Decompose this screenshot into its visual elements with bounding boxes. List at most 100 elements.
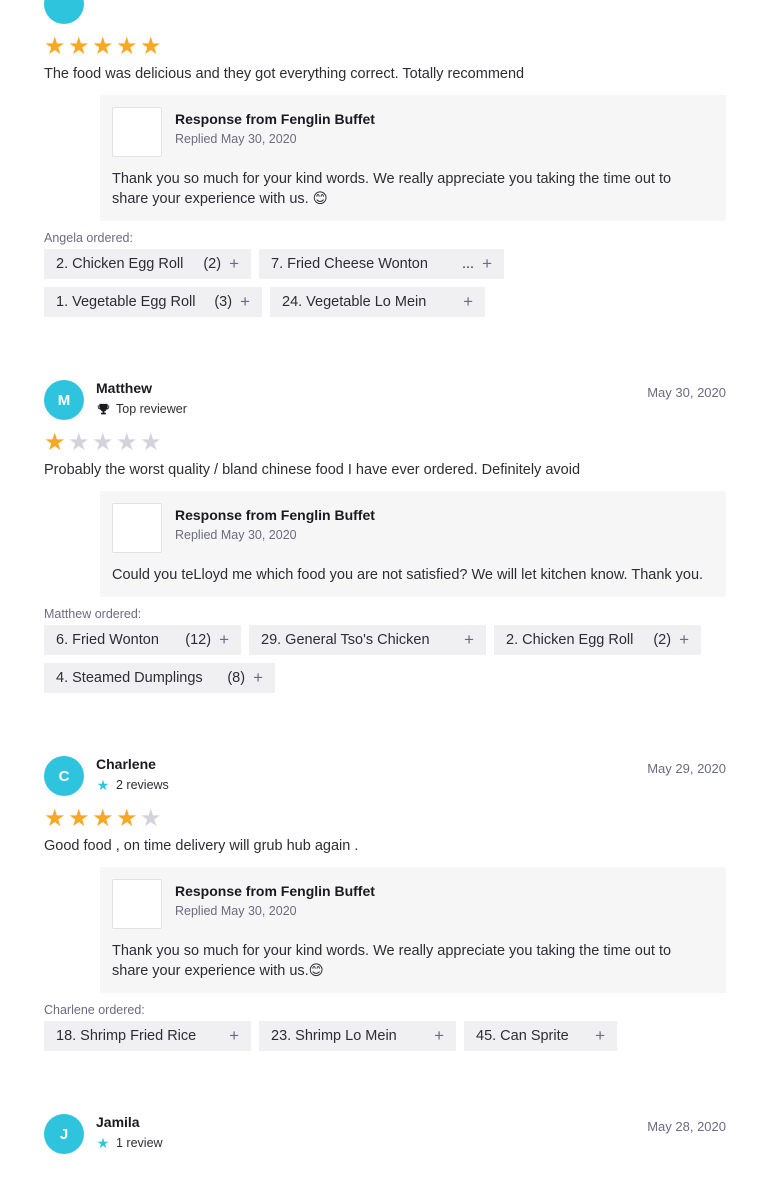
restaurant-response: Response from Fenglin Buffet Replied May … — [100, 867, 726, 993]
star-icon: ★ — [44, 429, 66, 456]
item-name: 23. Shrimp Lo Mein — [271, 1028, 397, 1044]
response-title: Response from Fenglin Buffet — [175, 507, 375, 523]
response-date: Replied May 30, 2020 — [175, 132, 297, 146]
star-icon: ★ — [68, 33, 90, 60]
ordered-label: Charlene ordered: — [44, 1003, 145, 1017]
response-text: Could you teLloyd me which food you are … — [112, 567, 704, 583]
avatar: J — [44, 1114, 84, 1154]
add-item-icon[interactable]: + — [463, 292, 473, 312]
star-icon: ★ — [68, 429, 90, 456]
item-quantity: (12) — [185, 632, 212, 648]
response-meta: Response from Fenglin Buffet Replied May … — [175, 109, 375, 157]
star-icon: ★ — [140, 805, 162, 832]
reviewer-name[interactable]: Charlene — [96, 754, 169, 774]
restaurant-logo — [112, 879, 162, 929]
star-icon: ★ — [140, 33, 162, 60]
response-date: Replied May 30, 2020 — [175, 904, 297, 918]
review-date: May 30, 2020 — [647, 385, 726, 400]
order-item-chip[interactable]: 4. Steamed Dumplings (8) + — [44, 663, 275, 693]
review-card: Top reviewer★★★★★The food was delicious … — [44, 0, 726, 364]
response-header: Response from Fenglin Buffet Replied May … — [112, 879, 714, 929]
avatar: M — [44, 380, 84, 420]
star-icon: ★ — [116, 33, 138, 60]
add-item-icon[interactable]: + — [482, 254, 492, 274]
response-date: Replied May 30, 2020 — [175, 528, 297, 542]
order-item-chip[interactable]: 45. Can Sprite + — [464, 1021, 617, 1051]
review-card: May 28, 2020 J Jamila ★ 1 review — [44, 1098, 726, 1203]
star-icon: ★ — [92, 33, 114, 60]
add-item-icon[interactable]: + — [679, 630, 689, 650]
reviewer-name[interactable]: Jamila — [96, 1112, 163, 1132]
avatar: C — [44, 756, 84, 796]
item-name: 4. Steamed Dumplings — [56, 670, 203, 686]
add-item-icon[interactable]: + — [434, 1026, 444, 1046]
reviewer-header: M Matthew Top reviewer — [44, 380, 726, 430]
reviewer-info: Matthew Top reviewer — [96, 380, 187, 416]
item-name: 6. Fried Wonton — [56, 632, 159, 648]
add-item-icon[interactable]: + — [240, 292, 250, 312]
response-text: Thank you so much for your kind words. W… — [112, 171, 672, 207]
ordered-label: Matthew ordered: — [44, 607, 142, 621]
add-item-icon[interactable]: + — [229, 1026, 239, 1046]
order-item-chip[interactable]: 2. Chicken Egg Roll (2) + — [44, 249, 251, 279]
trophy-icon — [96, 402, 110, 416]
order-item-chip[interactable]: 29. General Tso's Chicken + — [249, 625, 486, 655]
item-name: 18. Shrimp Fried Rice — [56, 1028, 197, 1044]
avatar — [44, 0, 84, 24]
badge-label: 1 review — [116, 1136, 163, 1150]
review-card: May 29, 2020 C Charlene ★ 2 reviews ★ ★ ★ ★ ★ Good… — [44, 740, 726, 1098]
item-name: 24. Vegetable Lo Mein — [282, 294, 427, 310]
order-item-chip[interactable]: 1. Vegetable Egg Roll (3) + — [44, 287, 262, 317]
response-meta: Response from Fenglin Buffet Replied May … — [175, 505, 375, 553]
star-icon: ★ — [116, 429, 138, 456]
review-text: Good food , on time delivery will grub h… — [44, 838, 359, 854]
item-name: 2. Chicken Egg Roll — [506, 632, 634, 648]
star-icon: ★ — [44, 805, 66, 832]
item-name: 45. Can Sprite — [476, 1028, 569, 1044]
review-date: May 29, 2020 — [647, 761, 726, 776]
add-item-icon[interactable]: + — [464, 630, 474, 650]
item-name: 1. Vegetable Egg Roll — [56, 294, 196, 310]
add-item-icon[interactable]: + — [595, 1026, 605, 1046]
response-title: Response from Fenglin Buffet — [175, 883, 375, 899]
review-card: May 30, 2020 M Matthew Top reviewer ★ ★ ★ ★ ★ Pro… — [44, 364, 726, 740]
star-icon: ★ — [68, 805, 90, 832]
response-title: Response from Fenglin Buffet — [175, 111, 375, 127]
response-meta: Response from Fenglin Buffet Replied May … — [175, 881, 375, 929]
item-name: 29. General Tso's Chicken — [261, 632, 430, 648]
response-header: Response from Fenglin Buffet Replied May … — [112, 107, 714, 157]
review-text: The food was delicious and they got ever… — [44, 66, 525, 82]
item-quantity: (3) — [214, 294, 233, 310]
order-item-chip[interactable]: 18. Shrimp Fried Rice + — [44, 1021, 251, 1051]
item-name: 2. Chicken Egg Roll — [56, 256, 184, 272]
reviewer-name[interactable]: Matthew — [96, 378, 187, 398]
star-icon: ★ — [96, 1134, 110, 1151]
order-item-chip[interactable]: 7. Fried Cheese Wonton... + — [259, 249, 504, 279]
add-item-icon[interactable]: + — [229, 254, 239, 274]
ordered-items: 18. Shrimp Fried Rice +23. Shrimp Lo Mein… — [44, 1021, 726, 1059]
reviewer-header: C Charlene ★ 2 reviews — [44, 756, 726, 806]
reviewer-badge: Top reviewer — [96, 402, 187, 416]
reviewer-header: Top reviewer — [44, 0, 726, 34]
add-item-icon[interactable]: + — [219, 630, 229, 650]
star-icon: ★ — [96, 776, 110, 793]
order-item-chip[interactable]: 6. Fried Wonton (12) + — [44, 625, 241, 655]
add-item-icon[interactable]: + — [253, 668, 263, 688]
star-rating: ★ ★ ★ ★ ★ — [44, 806, 726, 832]
response-text: Thank you so much for your kind words. W… — [112, 943, 672, 979]
star-icon: ★ — [44, 33, 66, 60]
order-item-chip[interactable]: 24. Vegetable Lo Mein + — [270, 287, 485, 317]
item-quantity: (8) — [227, 670, 246, 686]
review-text: Probably the worst quality / bland chine… — [44, 462, 581, 478]
reviewer-info: Charlene ★ 2 reviews — [96, 754, 169, 793]
reviewer-header: J Jamila ★ 1 review — [44, 1114, 726, 1164]
restaurant-response: Response from Fenglin Buffet Replied May … — [100, 95, 726, 221]
order-item-chip[interactable]: 2. Chicken Egg Roll (2) + — [494, 625, 701, 655]
item-quantity: ... — [461, 256, 475, 272]
ordered-items: 2. Chicken Egg Roll (2) +7. Fried Cheese W… — [44, 249, 726, 325]
star-rating: ★ ★ ★ ★ ★ — [44, 34, 726, 60]
reviewer-info: Jamila ★ 1 review — [96, 1112, 163, 1151]
badge-label: Top reviewer — [116, 402, 187, 416]
badge-label: 2 reviews — [116, 778, 169, 792]
order-item-chip[interactable]: 23. Shrimp Lo Mein + — [259, 1021, 456, 1051]
